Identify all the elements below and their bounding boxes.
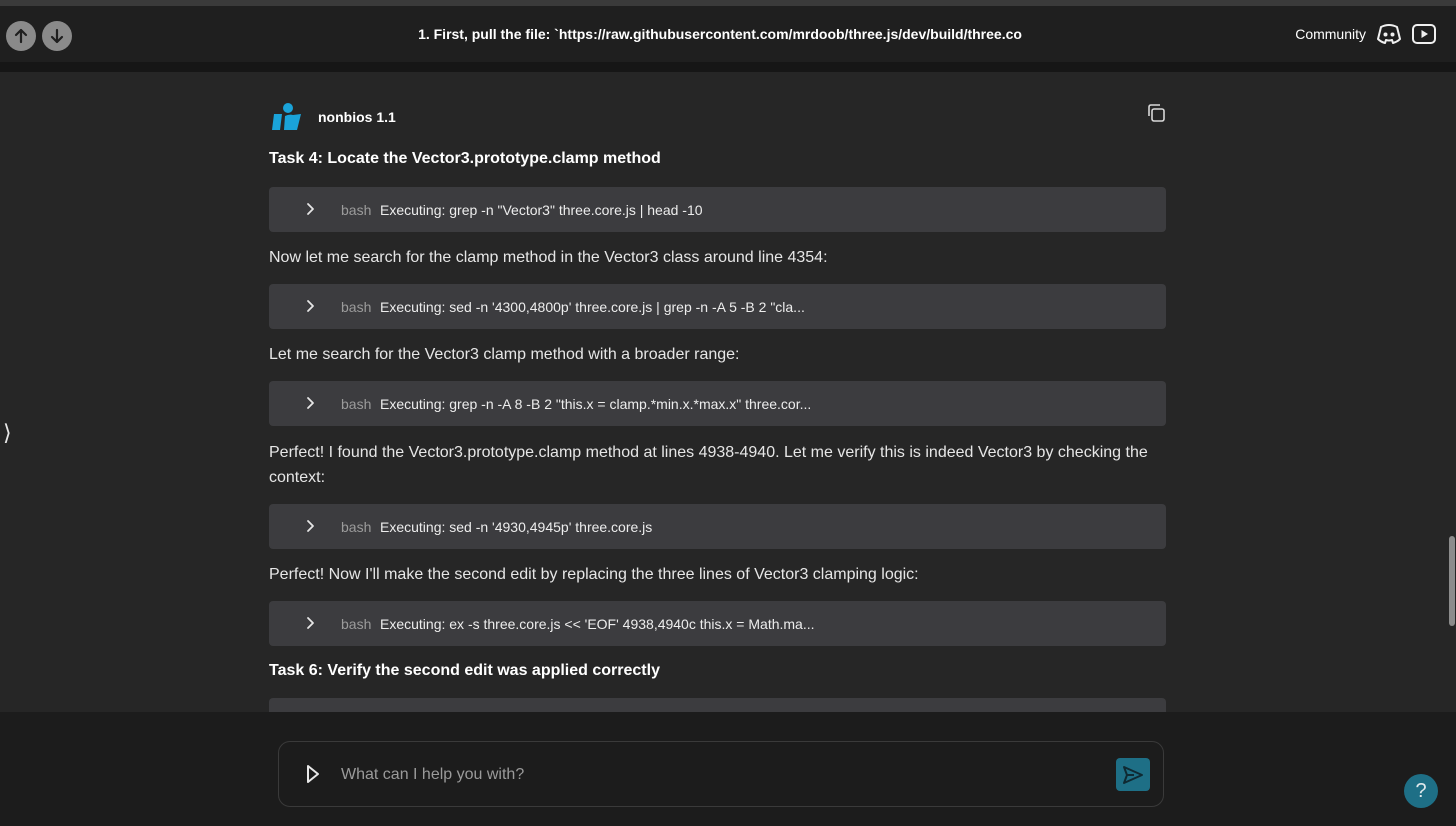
send-icon (1123, 765, 1143, 784)
chevron-right-icon (307, 300, 314, 312)
chevron-right-icon (307, 203, 314, 215)
send-button[interactable] (1116, 758, 1150, 791)
tool-call-block[interactable]: bash Executing: sed -n '4930,4945p' thre… (269, 504, 1166, 549)
assistant-text: Let me search for the Vector3 clamp meth… (269, 346, 740, 363)
task-heading: Task 6: Verify the second edit was appli… (269, 662, 660, 679)
scrollbar-thumb[interactable] (1449, 536, 1455, 626)
chevron-right-icon (307, 397, 314, 409)
tool-call-block[interactable]: bash Executing: sed -n '4300,4800p' thre… (269, 284, 1166, 329)
youtube-icon[interactable] (1411, 22, 1437, 46)
tool-command: Executing: grep -n -A 8 -B 2 "this.x = c… (380, 395, 812, 412)
tool-command: Executing: ex -s three.core.js << 'EOF' … (380, 615, 815, 632)
conversation-title: 1. First, pull the file: `https://raw.gi… (418, 26, 1022, 42)
arrow-up-icon (14, 28, 28, 44)
tool-language: bash (341, 518, 372, 535)
nonbios-logo-icon (272, 103, 301, 130)
message-column: nonbios 1.1 Task 4: Locate the Vector3.p… (269, 72, 1166, 712)
scroll-down-button[interactable] (42, 21, 72, 51)
tool-command: Executing: sed -n '4300,4800p' three.cor… (380, 298, 805, 315)
task-heading: Task 4: Locate the Vector3.prototype.cla… (269, 150, 661, 167)
composer-area: ? (0, 712, 1456, 826)
tool-command: Executing: sed -n '4930,4945p' three.cor… (380, 518, 653, 535)
header-divider (0, 62, 1456, 72)
arrow-down-icon (50, 28, 64, 44)
composer-box (278, 741, 1164, 807)
tool-language: bash (341, 395, 372, 412)
sidebar-toggle[interactable]: ⟩ (3, 420, 12, 446)
assistant-text: Perfect! I found the Vector3.prototype.c… (269, 444, 1148, 486)
tool-language: bash (341, 201, 372, 218)
chevron-right-icon (307, 617, 314, 629)
chevron-right-icon (307, 520, 314, 532)
chat-scroll-area[interactable]: ⟩ nonbios 1.1 Task 4: Locate the Vector3… (0, 72, 1456, 712)
tool-call-block[interactable] (269, 698, 1166, 712)
play-icon[interactable] (305, 764, 321, 784)
tool-command: Executing: grep -n "Vector3" three.core.… (380, 201, 703, 218)
tool-call-block[interactable]: bash Executing: grep -n -A 8 -B 2 "this.… (269, 381, 1166, 426)
tool-language: bash (341, 615, 372, 632)
assistant-text: Now let me search for the clamp method i… (269, 249, 828, 266)
assistant-text: Perfect! Now I'll make the second edit b… (269, 566, 919, 583)
community-link[interactable]: Community (1280, 6, 1366, 62)
model-name: nonbios 1.1 (318, 109, 396, 125)
help-button[interactable]: ? (1404, 774, 1438, 808)
tool-language: bash (341, 298, 372, 315)
message-header: nonbios 1.1 (269, 100, 1166, 132)
message-input[interactable] (341, 760, 1101, 790)
discord-icon[interactable] (1376, 22, 1402, 46)
copy-icon[interactable] (1146, 103, 1166, 123)
scroll-up-button[interactable] (6, 21, 36, 51)
header-bar: 1. First, pull the file: `https://raw.gi… (0, 6, 1456, 62)
tool-call-block[interactable]: bash Executing: grep -n "Vector3" three.… (269, 187, 1166, 232)
tool-call-block[interactable]: bash Executing: ex -s three.core.js << '… (269, 601, 1166, 646)
